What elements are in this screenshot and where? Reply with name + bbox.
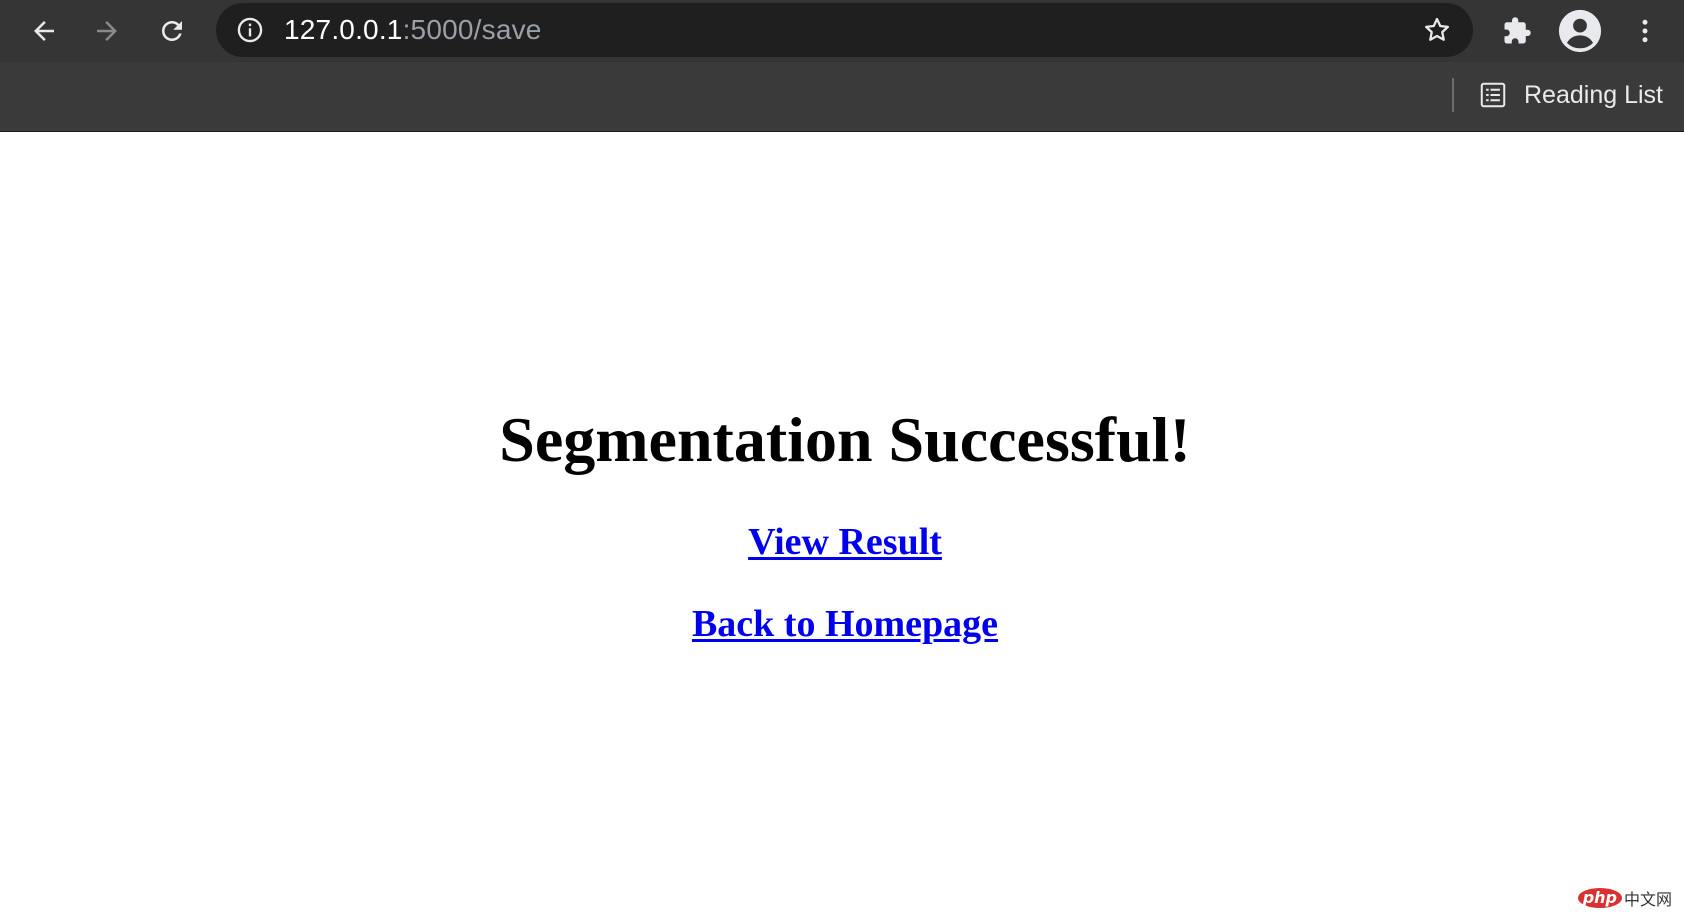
star-icon <box>1425 17 1449 41</box>
watermark-text: 中文网 <box>1623 890 1672 909</box>
forward-arrow-icon <box>97 21 117 41</box>
site-info-button[interactable] <box>236 16 264 44</box>
bookmarks-bar: Reading List <box>0 62 1684 132</box>
bookmark-star-button[interactable] <box>1421 14 1453 46</box>
page-content: Segmentation Successful! View Result Bac… <box>0 132 1684 912</box>
browser-chrome: 127.0.0.1:5000/save Reading List <box>0 0 1684 132</box>
back-home-row: Back to Homepage <box>0 602 1684 646</box>
reading-list-label: Reading List <box>1524 80 1663 109</box>
avatar-icon <box>1558 9 1602 53</box>
bookmarks-divider <box>1452 78 1454 112</box>
back-arrow-icon <box>34 21 54 41</box>
forward-button[interactable] <box>84 8 130 54</box>
browser-menu-button[interactable] <box>1622 8 1668 54</box>
back-button[interactable] <box>21 8 67 54</box>
reading-list-icon <box>1480 82 1506 108</box>
reading-list-button[interactable]: Reading List <box>1470 72 1671 118</box>
view-result-link[interactable]: View Result <box>748 521 942 563</box>
url-text[interactable]: 127.0.0.1:5000/save <box>284 3 542 57</box>
watermark: php 中文网 <box>1577 886 1672 910</box>
info-icon <box>237 17 263 43</box>
profile-button[interactable] <box>1557 8 1603 54</box>
reload-button[interactable] <box>149 8 195 54</box>
browser-toolbar: 127.0.0.1:5000/save <box>0 0 1684 62</box>
url-host: 127.0.0.1 <box>284 14 403 45</box>
extensions-button[interactable] <box>1494 8 1540 54</box>
more-vert-icon <box>1642 19 1648 43</box>
url-path: :5000/save <box>402 14 542 45</box>
address-bar[interactable]: 127.0.0.1:5000/save <box>216 3 1473 57</box>
puzzle-icon <box>1504 17 1531 44</box>
watermark-badge: php <box>1577 888 1622 908</box>
reload-icon <box>162 21 182 41</box>
back-to-homepage-link[interactable]: Back to Homepage <box>692 603 998 645</box>
view-result-row: View Result <box>0 520 1684 564</box>
page-title: Segmentation Successful! <box>499 404 1191 475</box>
